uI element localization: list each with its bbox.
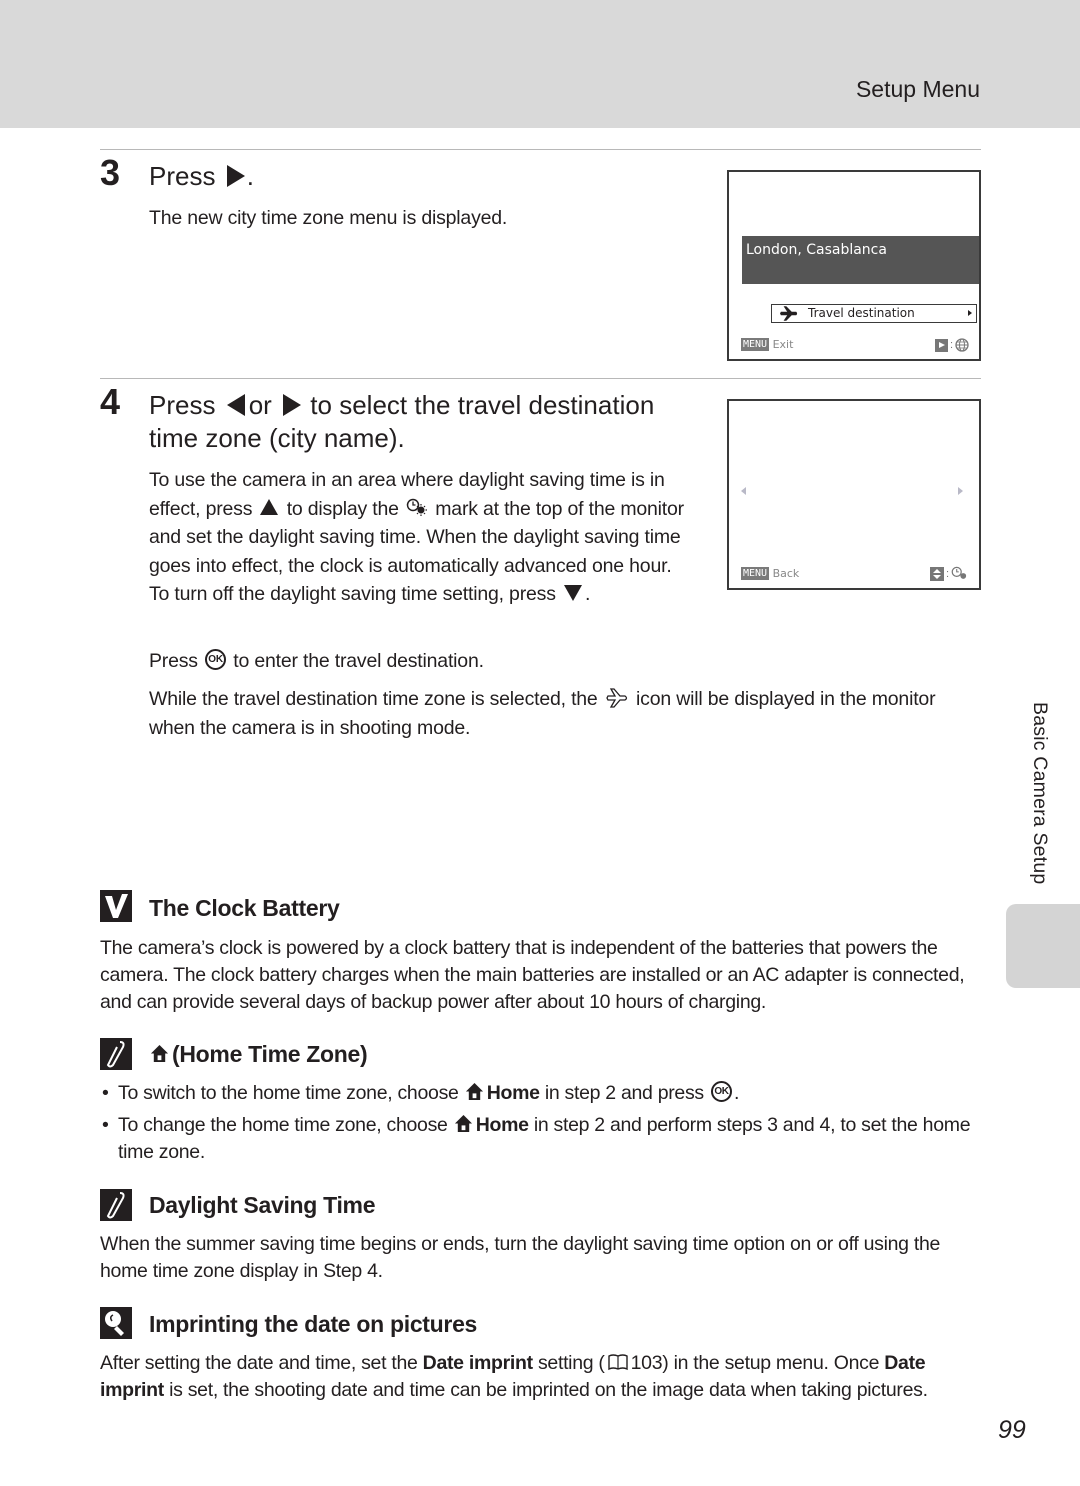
note-title: The Clock Battery xyxy=(149,895,340,921)
body-text: in step 2 and press xyxy=(544,1082,704,1104)
body-text: To switch to the home time zone, choose xyxy=(118,1082,459,1104)
airplane-icon xyxy=(780,306,798,321)
left-arrow-icon xyxy=(741,487,746,495)
note-body: When the summer saving time begins or en… xyxy=(100,1233,941,1282)
tip-bulb-icon xyxy=(100,1307,132,1339)
list-item: To switch to the home time zone, choose … xyxy=(100,1080,980,1107)
page-reference-link[interactable]: 103 xyxy=(631,1352,663,1374)
body-text: setting ( xyxy=(537,1352,605,1374)
body-text: To change the home time zone, choose xyxy=(118,1114,448,1136)
body-text: to display the xyxy=(286,497,399,520)
body-text: While the travel destination time zone i… xyxy=(149,688,598,710)
up-down-icon xyxy=(929,566,944,581)
menu-button-icon: MENU xyxy=(741,338,770,351)
note-body: After setting the date and time, set the… xyxy=(100,1350,980,1404)
home-icon xyxy=(454,1115,472,1133)
body-text: . xyxy=(734,1082,740,1104)
daylight-saving-icon xyxy=(951,566,967,579)
screen-footer-left: MENU Back xyxy=(741,566,800,580)
header-band xyxy=(0,0,1080,128)
menu-option-name: Home xyxy=(486,1082,540,1104)
body-text: is set, the shooting date and time can b… xyxy=(169,1379,928,1401)
colon-separator: : xyxy=(945,567,949,580)
body-text: ) in the setup menu. Once xyxy=(662,1352,880,1374)
step-body: The new city time zone menu is displayed… xyxy=(149,207,508,229)
note-pencil-icon xyxy=(100,1189,132,1221)
city-selection-band: London, Casablanca xyxy=(742,236,979,284)
up-arrow-icon xyxy=(260,499,279,516)
step-heading: Press . xyxy=(149,160,254,193)
heading-text: time zone (city name). xyxy=(149,423,405,453)
menu-button-icon: MENU xyxy=(741,567,770,580)
page-number: 99 xyxy=(998,1416,1026,1444)
left-arrow-icon xyxy=(226,394,245,417)
right-arrow-icon xyxy=(958,487,963,495)
chapter-label: Basic Camera Setup xyxy=(1029,702,1051,885)
travel-destination-option: Travel destination xyxy=(771,304,977,323)
footer-action: Exit xyxy=(772,337,794,351)
page-reference-icon xyxy=(607,1354,628,1371)
note-title: Imprinting the date on pictures xyxy=(149,1311,478,1337)
option-label: Travel destination xyxy=(808,306,915,320)
screen-footer-right: : xyxy=(934,338,969,352)
caution-check-icon xyxy=(100,890,132,922)
colon-separator: : xyxy=(949,339,953,351)
step-heading: Press or to select the travel destinatio… xyxy=(149,389,709,455)
body-text: After setting the date and time, set the xyxy=(100,1352,418,1374)
right-arrow-icon xyxy=(226,165,245,188)
play-icon xyxy=(934,338,948,352)
ok-button-icon: OK xyxy=(205,649,227,671)
body-text: Press xyxy=(149,650,198,672)
down-arrow-icon xyxy=(563,584,582,601)
note-title: (Home Time Zone) xyxy=(149,1041,368,1068)
body-text: . xyxy=(584,583,591,605)
section-title: Setup Menu xyxy=(855,76,980,102)
menu-option-name: Date imprint xyxy=(422,1352,533,1374)
heading-text: . xyxy=(246,161,254,191)
ok-button-icon: OK xyxy=(711,1081,733,1103)
menu-option-name: Home xyxy=(475,1114,529,1136)
ok-instruction: Press OK to enter the travel destination… xyxy=(149,647,484,676)
camera-screen-city-menu: London, Casablanca Travel destination ME… xyxy=(727,170,981,361)
note-body: The camera’s clock is powered by a clock… xyxy=(100,937,965,1013)
camera-screen-world-map: MENU Back : xyxy=(727,399,981,590)
screen-footer-left: MENU Exit xyxy=(741,337,794,351)
home-icon xyxy=(465,1083,483,1101)
divider xyxy=(100,378,981,379)
divider xyxy=(100,149,981,150)
heading-text: to select the travel destination xyxy=(310,390,655,420)
body-text: to enter the travel destination. xyxy=(233,650,484,672)
step-body: To use the camera in an area where dayli… xyxy=(149,466,694,609)
note-title: Daylight Saving Time xyxy=(149,1192,376,1218)
city-name: London, Casablanca xyxy=(746,242,887,258)
heading-text: Press xyxy=(149,161,216,191)
list-item: To change the home time zone, choose Hom… xyxy=(100,1112,980,1166)
travel-destination-icon xyxy=(606,688,627,708)
chapter-tab xyxy=(1006,904,1080,988)
footer-action: Back xyxy=(772,566,800,580)
heading-text: or xyxy=(248,390,272,420)
note-pencil-icon xyxy=(100,1038,132,1070)
step-number: 3 xyxy=(100,152,121,193)
note-title-text: (Home Time Zone) xyxy=(172,1041,368,1067)
right-arrow-icon xyxy=(968,310,972,316)
bullet-list: To switch to the home time zone, choose … xyxy=(100,1080,980,1171)
heading-text: Press xyxy=(149,390,216,420)
travel-icon-note: While the travel destination time zone i… xyxy=(149,685,969,742)
globe-icon xyxy=(955,338,969,352)
screen-footer-right: : xyxy=(929,566,969,581)
home-icon xyxy=(150,1045,169,1063)
daylight-saving-icon xyxy=(406,499,428,517)
step-number: 4 xyxy=(100,381,121,422)
right-arrow-icon xyxy=(283,394,302,417)
